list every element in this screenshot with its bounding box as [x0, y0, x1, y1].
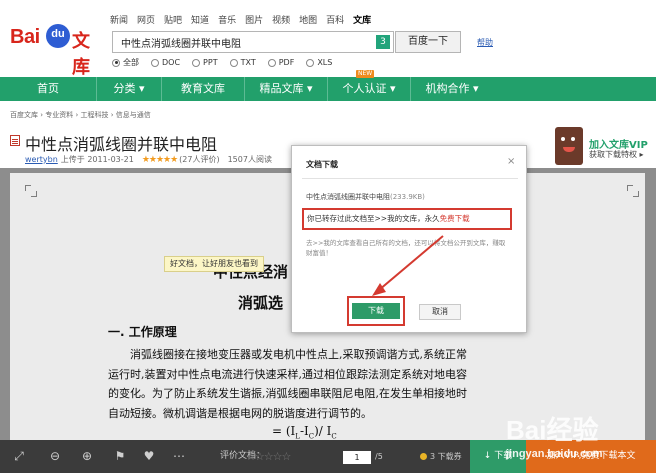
filter-txt[interactable]: TXT [229, 58, 256, 67]
radio-checked-icon [112, 58, 120, 67]
nav-personal-cert[interactable]: 个人认证 ▾ NEW [328, 70, 410, 101]
document-meta: wertybn 上传于 2011-03-21 ★★★★★ (27人评价) 150… [25, 154, 272, 165]
new-badge: NEW [356, 70, 375, 78]
favorite-icon[interactable]: ♥ [138, 440, 160, 473]
view-count: 1507人阅读 [227, 155, 272, 164]
nav-link-video[interactable]: 视频 [272, 13, 290, 27]
vip-mascot-icon [555, 127, 583, 165]
pdf-file-icon [10, 135, 20, 146]
bottom-toolbar: ⤢ ⊖ ⊕ ⚑ ♥ ⋯ 评价文档： ☆☆☆☆☆ /5 3 下载券 ↓ 下载 加入… [0, 440, 656, 473]
zoom-out-icon[interactable]: ⊖ [44, 440, 66, 473]
nav-link-images[interactable]: 图片 [245, 13, 263, 27]
nav-link-tieba[interactable]: 贴吧 [164, 13, 182, 27]
rating-stars-icon: ★★★★★ [141, 154, 178, 165]
nav-link-wenku[interactable]: 文库 [353, 13, 371, 27]
close-icon[interactable]: × [507, 156, 515, 167]
nav-premium[interactable]: 精品文库 ▾ [245, 77, 327, 101]
dialog-divider [302, 178, 518, 179]
search-input[interactable] [113, 32, 363, 52]
nav-category[interactable]: 分类 ▾ [97, 77, 161, 101]
logo-bai: Bai [10, 26, 40, 48]
bookmark-icon[interactable]: ⚑ [109, 440, 131, 473]
dialog-cancel-button[interactable]: 取消 [419, 304, 461, 320]
nav-org-coop[interactable]: 机构合作 ▾ [411, 77, 493, 101]
uploader-link[interactable]: wertybn [25, 155, 58, 164]
filter-doc[interactable]: DOC [151, 58, 180, 67]
upload-date: 上传于 2011-03-21 [60, 155, 134, 164]
header: Bai du 文库 新闻 网页 贴吧 知道 音乐 图片 视频 地图 百科 文库 … [0, 0, 656, 78]
filter-ppt[interactable]: PPT [192, 58, 218, 67]
toolbar-download-button[interactable]: ↓ 下载 [470, 440, 526, 473]
baidu-wenku-logo[interactable]: Bai du 文库 [10, 22, 102, 78]
dialog-title: 文档下载 [306, 160, 338, 169]
page-total: /5 [375, 452, 383, 461]
dialog-note: 去>>我的文库查看自己所有的文档，还可以将文档公开到文库，赚取财富值！ [306, 239, 506, 257]
nav-personal-cert-label: 个人认证 ▾ [342, 82, 396, 95]
dialog-file-name: 中性点消弧线圈并联中电阻 [306, 193, 390, 201]
nav-link-web[interactable]: 网页 [137, 13, 155, 27]
paw-icon: du [46, 24, 70, 48]
nav-link-music[interactable]: 音乐 [218, 13, 236, 27]
radio-icon [151, 58, 159, 67]
nav-link-baike[interactable]: 百科 [326, 13, 344, 27]
search-button[interactable]: 百度一下 [395, 31, 461, 53]
filter-all[interactable]: 全部 [112, 57, 139, 68]
download-coin-cost: 3 下载券 [420, 440, 462, 473]
breadcrumb[interactable]: 百度文库 › 专业资料 › 工程科技 › 信息与通信 [10, 110, 151, 120]
search-box: 3 [112, 31, 394, 53]
help-link[interactable]: 帮助 [477, 37, 493, 48]
radio-icon [306, 58, 315, 67]
dialog-message-text: 你已转存过此文档至>>我的文库，永久 [307, 214, 440, 223]
nav-education[interactable]: 教育文库 [162, 77, 244, 101]
more-icon[interactable]: ⋯ [168, 440, 190, 473]
zoom-in-icon[interactable]: ⊕ [76, 440, 98, 473]
toolbar-vip-download-button[interactable]: 加入VIP,免费下载本文 [526, 440, 656, 473]
nav-link-zhidao[interactable]: 知道 [191, 13, 209, 27]
search-count-badge: 3 [376, 35, 390, 49]
filter-pdf[interactable]: PDF [267, 58, 294, 67]
rate-stars-icon[interactable]: ☆☆☆☆☆ [246, 440, 291, 473]
page-number-input[interactable] [343, 451, 371, 464]
page-title: 中性点消弧线圈并联中电阻 [25, 135, 218, 154]
rating-count[interactable]: (27人评价) [179, 154, 219, 165]
download-highlight-box: 下载 [347, 296, 405, 326]
nav-link-map[interactable]: 地图 [299, 13, 317, 27]
dialog-file-size: (233.9KB) [390, 193, 425, 201]
filter-xls[interactable]: XLS [306, 58, 332, 67]
dialog-message: 你已转存过此文档至>>我的文库，永久免费下载 [302, 208, 512, 230]
share-tip-badge[interactable]: 好文档，让好朋友也看到 [164, 256, 264, 272]
vip-promo[interactable]: 加入文库VIP 获取下载特权 ▸ [555, 127, 655, 167]
nav-link-news[interactable]: 新闻 [110, 13, 128, 27]
file-type-filters: 全部 DOC PPT TXT PDF XLS [112, 57, 344, 68]
radio-icon [192, 58, 201, 67]
top-nav-links: 新闻 网页 贴吧 知道 音乐 图片 视频 地图 百科 文库 [110, 13, 380, 27]
radio-icon [229, 58, 238, 67]
radio-icon [267, 58, 276, 67]
dialog-file-info: 中性点消弧线圈并联中电阻(233.9KB) [306, 192, 425, 202]
dialog-download-button[interactable]: 下载 [352, 303, 400, 319]
download-dialog: 文档下载 × 中性点消弧线圈并联中电阻(233.9KB) 你已转存过此文档至>>… [291, 145, 527, 333]
vip-subtitle: 获取下载特权 ▸ [589, 150, 644, 159]
fit-page-icon[interactable]: ⤢ [8, 440, 30, 473]
nav-home[interactable]: 首页 [0, 77, 96, 101]
free-download-highlight: 免费下载 [439, 214, 470, 223]
main-navbar: 首页 分类 ▾ 教育文库 精品文库 ▾ 个人认证 ▾ NEW 机构合作 ▾ [0, 70, 656, 101]
logo-wenku: 文库 [72, 31, 90, 78]
